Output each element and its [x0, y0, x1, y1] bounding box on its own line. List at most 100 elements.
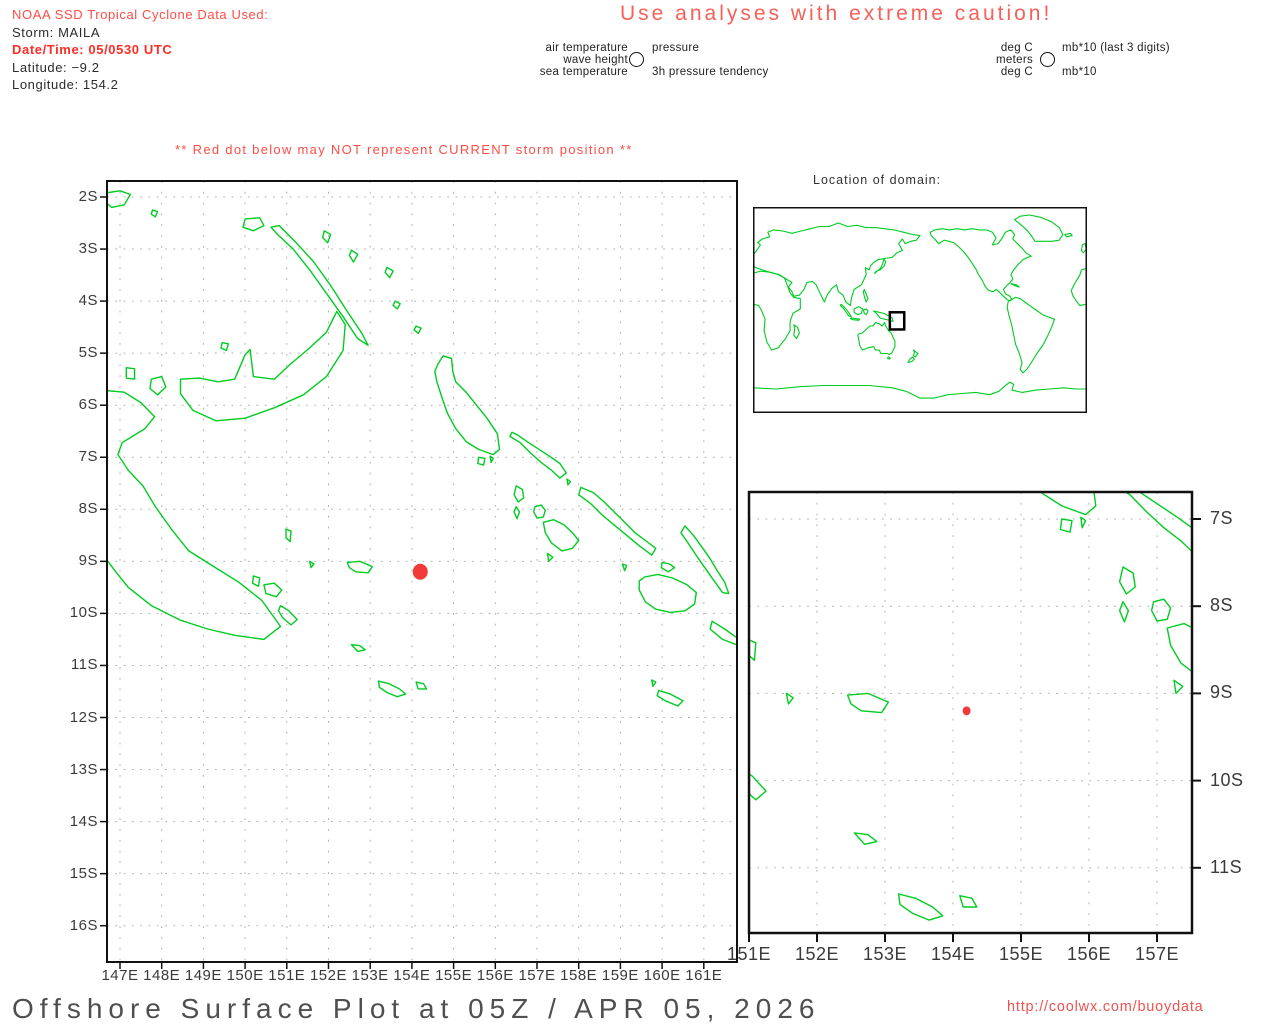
storm-info-line: Date/Time: 05/0530 UTC	[12, 42, 173, 57]
coastline	[1173, 679, 1184, 695]
units-degc-label-1: deg C	[1000, 42, 1033, 54]
storm-info-line: Longitude: 154.2	[12, 77, 119, 92]
tick-label: 13S	[69, 760, 98, 778]
tick-label: 11S	[1210, 856, 1243, 877]
tick-label: 15S	[69, 864, 98, 882]
coastline	[513, 485, 525, 503]
coastline	[242, 217, 265, 232]
coastline	[1118, 601, 1130, 623]
coastline	[179, 310, 346, 422]
tick-label: 153E	[351, 967, 389, 984]
station-model-circle-icon	[629, 52, 644, 67]
tick-label: 155E	[435, 967, 473, 984]
tick-label: 9S	[78, 552, 98, 570]
tick-label: 157E	[518, 967, 556, 984]
tick-marks	[100, 196, 705, 969]
world-coastline	[1010, 283, 1020, 288]
coastline	[513, 506, 521, 520]
coastline	[1225, 570, 1280, 683]
storm-info-block: NOAA SSD Tropical Cyclone Data Used: Stor…	[12, 6, 268, 94]
tick-label: 3S	[78, 240, 98, 258]
units-legend-left-labels: deg C meters deg C	[950, 42, 1033, 78]
storm-dot	[962, 706, 971, 716]
coastline	[846, 692, 890, 714]
coastline	[1118, 566, 1136, 595]
coastline	[651, 679, 657, 687]
coastlines	[107, 190, 737, 707]
coastline	[638, 573, 697, 614]
coastline	[578, 486, 657, 556]
units-pressure-label: mb*10 (last 3 digits)	[1062, 42, 1170, 54]
world-coastline	[1006, 296, 1056, 374]
zoom-map	[747, 490, 1211, 942]
tick-label: 16S	[69, 916, 98, 934]
tick-label: 156E	[1066, 944, 1112, 964]
coastline	[678, 118, 712, 140]
world-coastline	[1064, 232, 1073, 238]
coastline	[656, 689, 684, 707]
tick-label: 6S	[78, 396, 98, 414]
tick-label: 151E	[268, 967, 306, 984]
coastline	[566, 478, 572, 486]
tick-label: 152E	[794, 944, 840, 964]
coastline	[1080, 516, 1087, 529]
world-coastline	[929, 228, 1032, 302]
coastline	[220, 342, 230, 352]
world-coastline	[912, 349, 919, 358]
tick-label: 149E	[184, 967, 222, 984]
coastline	[392, 300, 401, 310]
coastline	[621, 563, 628, 572]
tick-label: 161E	[685, 967, 723, 984]
coastline	[263, 582, 283, 598]
coastline	[346, 560, 373, 574]
coastline	[528, 105, 538, 116]
tick-label: 152E	[309, 967, 348, 984]
world-coastline	[853, 306, 864, 316]
units-model-circle-icon	[1040, 52, 1055, 67]
storm-info-line: NOAA SSD Tropical Cyclone Data Used:	[12, 7, 269, 22]
tick-label: 2S	[78, 188, 98, 205]
coastline	[350, 643, 366, 653]
units-meters-label: meters	[996, 54, 1033, 66]
world-coastline	[1080, 243, 1086, 254]
coastline	[107, 190, 132, 209]
tick-label: 9S	[1210, 682, 1234, 703]
coastline	[251, 575, 261, 587]
world-coastline	[1014, 214, 1064, 242]
world-coastline	[886, 356, 891, 360]
coastline	[150, 209, 159, 218]
coastline	[277, 604, 298, 626]
tick-label: 158E	[560, 967, 598, 984]
world-coastline	[1070, 267, 1086, 306]
tick-label: 153E	[862, 944, 908, 964]
tick-label: 150E	[226, 967, 264, 984]
tick-label: 157E	[1134, 944, 1180, 964]
world-coastline	[754, 381, 1086, 399]
units-tendency-label: mb*10	[1062, 66, 1097, 78]
legend-pressure-label: pressure	[652, 42, 700, 54]
main-map	[100, 180, 738, 969]
coastline	[1206, 556, 1211, 566]
caution-title: Use analyses with extreme caution!	[620, 2, 1053, 25]
coastline	[785, 692, 794, 705]
map-frame	[747, 490, 1194, 935]
coastline	[546, 552, 554, 562]
tick-label: 10S	[1210, 769, 1244, 790]
coastline	[1150, 598, 1172, 622]
coastline	[959, 895, 978, 908]
coastline	[509, 431, 567, 479]
world-coastlines	[754, 214, 1086, 399]
tick-label: 7S	[78, 448, 98, 466]
coastline	[660, 561, 676, 573]
tick-label: 5S	[78, 344, 98, 362]
tick-label: 147E	[101, 967, 139, 984]
grid-lines	[748, 492, 1192, 933]
tick-label: 12S	[69, 708, 98, 726]
coastline	[270, 224, 369, 346]
source-url: http://coolwx.com/buoydata	[1007, 999, 1204, 1015]
coastline	[413, 325, 422, 335]
coastline	[309, 560, 315, 569]
tick-label: 155E	[998, 944, 1044, 964]
inset-map-title: Location of domain:	[813, 173, 942, 187]
tick-label: 8S	[78, 500, 98, 518]
